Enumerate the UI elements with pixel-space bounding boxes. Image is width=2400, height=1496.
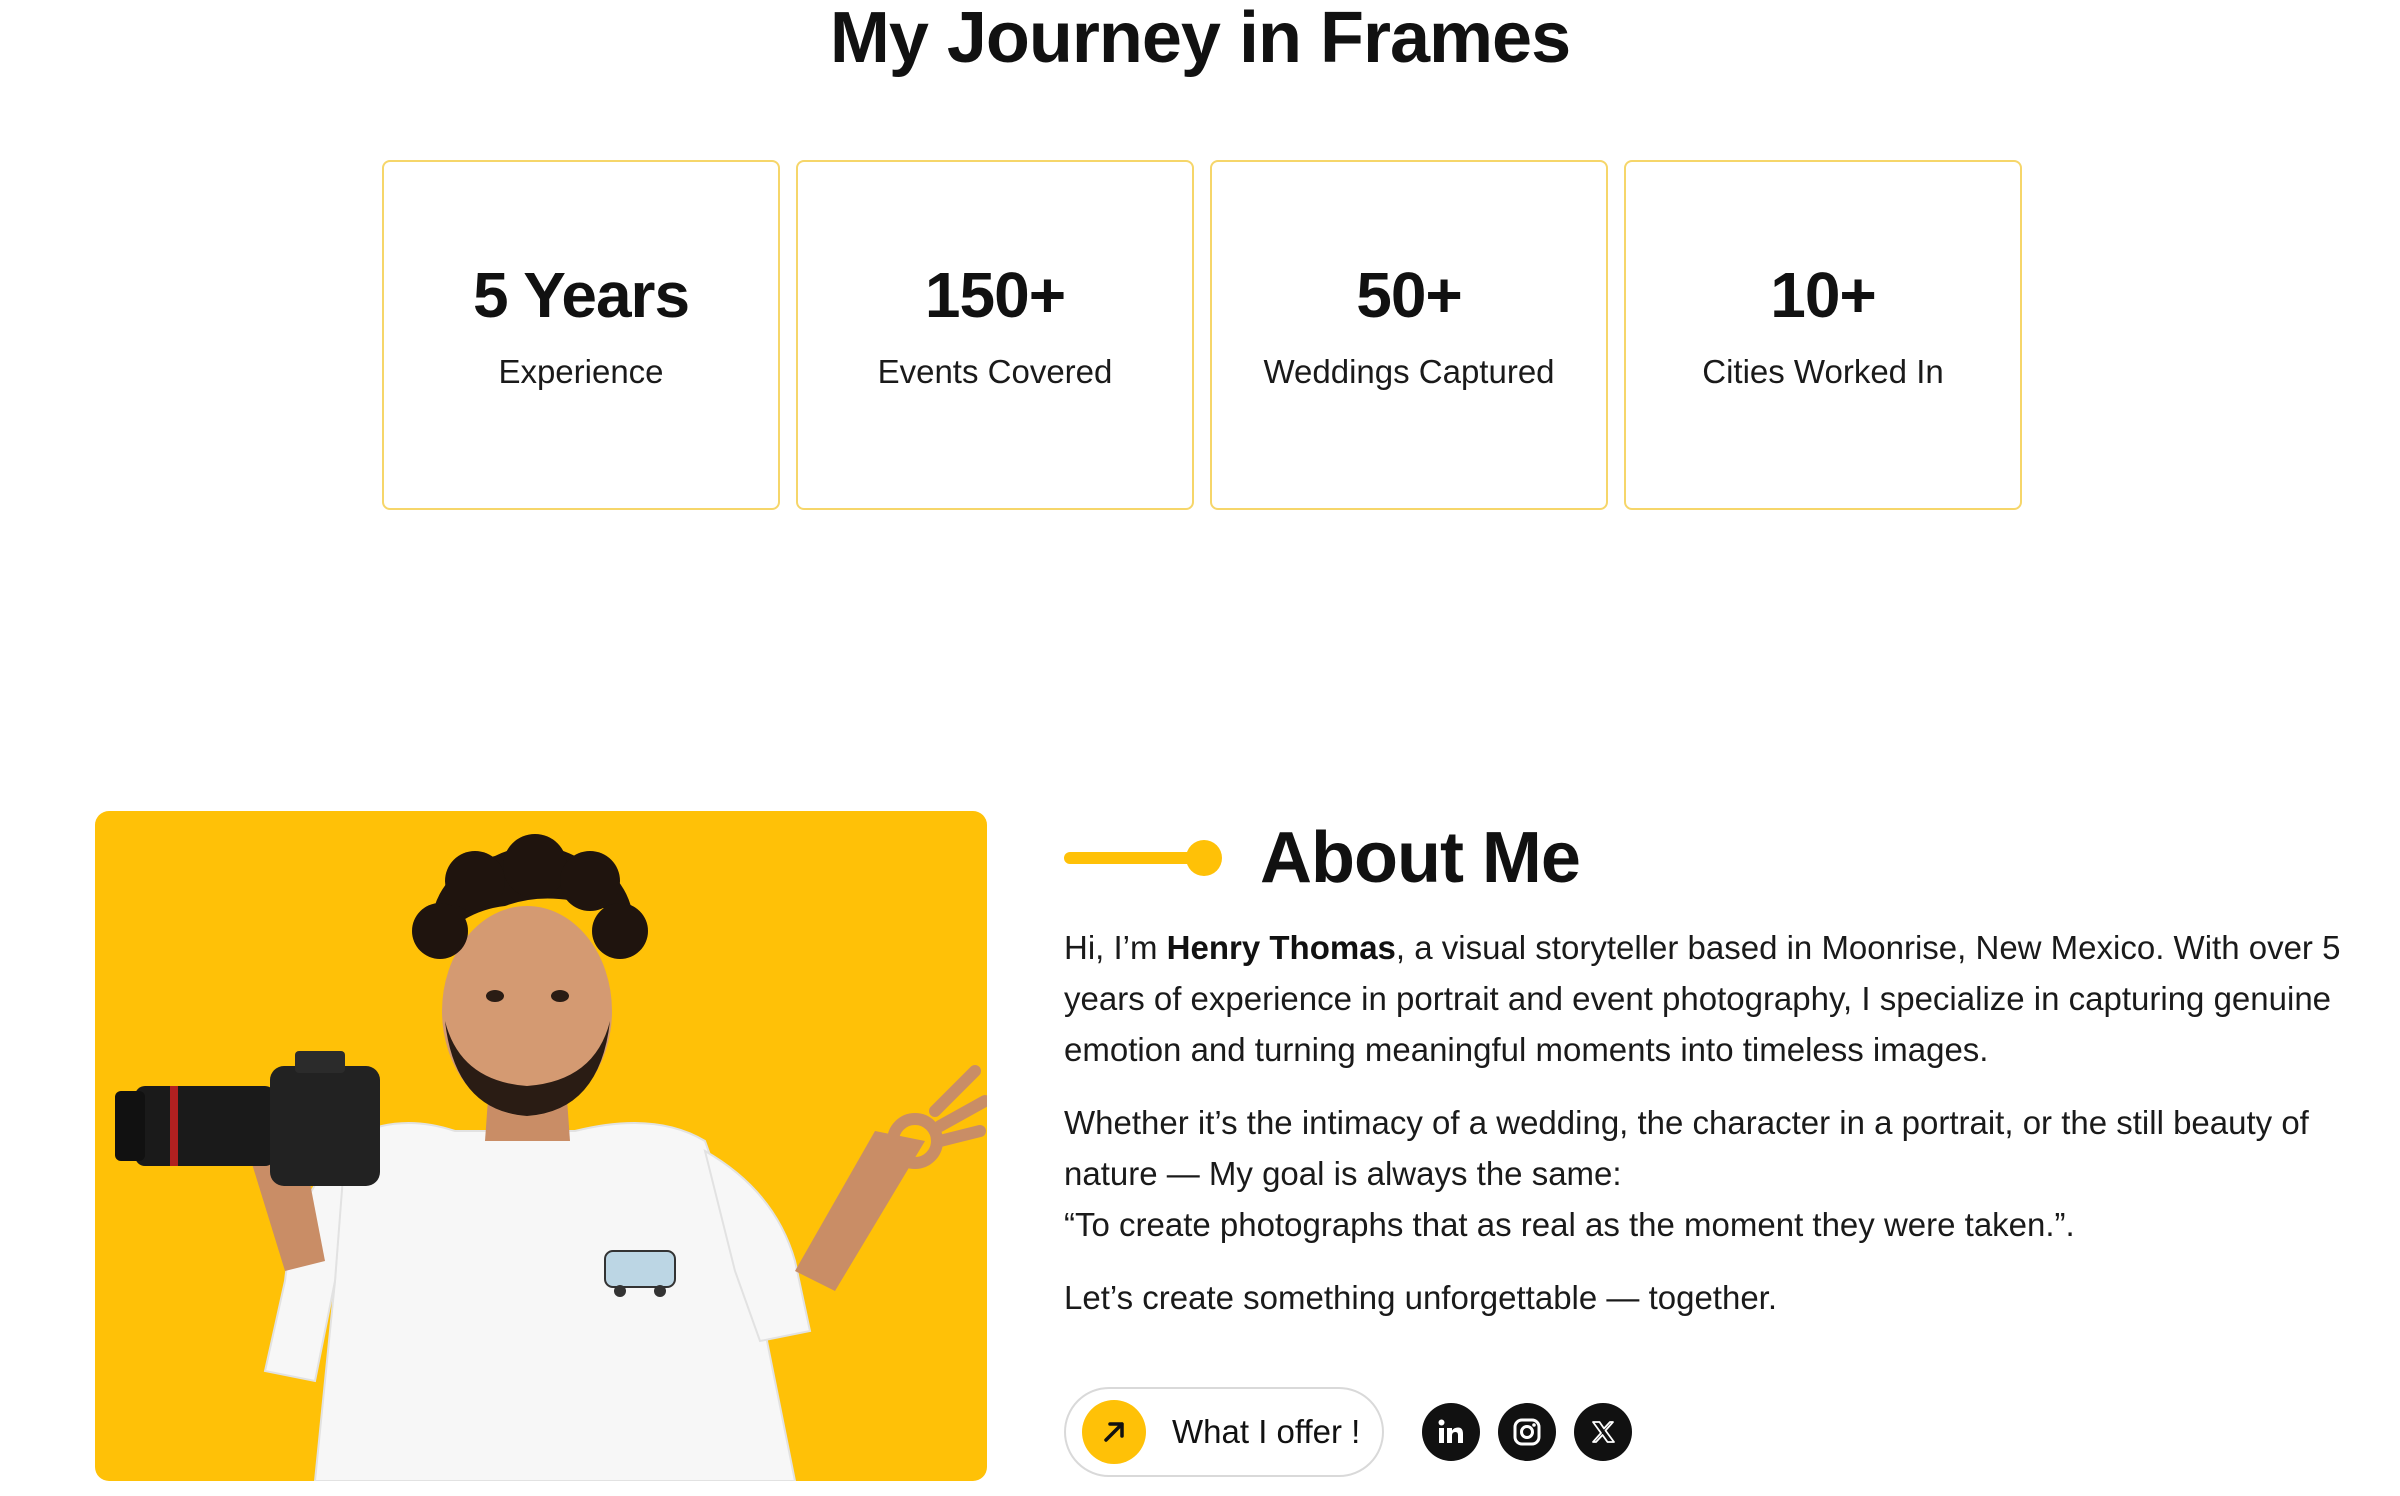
- about-paragraph-intro: Hi, I’m Henry Thomas, a visual storytell…: [1064, 922, 2364, 1075]
- stat-value: 5 Years: [472, 259, 690, 331]
- goal-text: Whether it’s the intimacy of a wedding, …: [1064, 1104, 2309, 1192]
- stat-card-cities: 10+ Cities Worked In: [1624, 160, 2022, 510]
- stat-value: 150+: [924, 259, 1066, 331]
- stat-value: 50+: [1356, 259, 1463, 331]
- x-icon[interactable]: [1574, 1403, 1632, 1461]
- stat-card-weddings: 50+ Weddings Captured: [1210, 160, 1608, 510]
- stat-label: Events Covered: [877, 353, 1113, 390]
- about-heading-row: About Me: [1064, 818, 1581, 898]
- offer-label: What I offer !: [1172, 1413, 1361, 1450]
- about-heading: About Me: [1260, 818, 1581, 898]
- social-links: [1422, 1403, 1632, 1461]
- about-paragraph-goal: Whether it’s the intimacy of a wedding, …: [1064, 1097, 2364, 1250]
- accent-dot: [1186, 840, 1222, 876]
- goal-quote: “To create photographs that as real as t…: [1064, 1206, 2075, 1243]
- photographer-portrait: [95, 811, 987, 1481]
- what-i-offer-button[interactable]: What I offer !: [1064, 1387, 1384, 1477]
- stat-label: Cities Worked In: [1702, 353, 1944, 390]
- about-paragraph-closing: Let’s create something unforgettable — t…: [1064, 1279, 1778, 1316]
- instagram-icon[interactable]: [1498, 1403, 1556, 1461]
- linkedin-icon[interactable]: [1422, 1403, 1480, 1461]
- intro-text: Hi, I’m: [1064, 929, 1167, 966]
- accent-line: [1064, 852, 1206, 864]
- section-title: My Journey in Frames: [829, 0, 1571, 78]
- arrow-up-right-icon: [1082, 1400, 1146, 1464]
- stat-value: 10+: [1770, 259, 1877, 331]
- about-actions: What I offer !: [1064, 1387, 1632, 1477]
- stat-card-experience: 5 Years Experience: [382, 160, 780, 510]
- about-text: Hi, I’m Henry Thomas, a visual storytell…: [1064, 922, 2364, 1345]
- stats-row: 5 Years Experience 150+ Events Covered 5…: [382, 160, 2022, 510]
- stat-card-events: 150+ Events Covered: [796, 160, 1194, 510]
- stat-label: Experience: [498, 353, 664, 390]
- photographer-name: Henry Thomas: [1166, 929, 1396, 966]
- stat-label: Weddings Captured: [1263, 353, 1555, 390]
